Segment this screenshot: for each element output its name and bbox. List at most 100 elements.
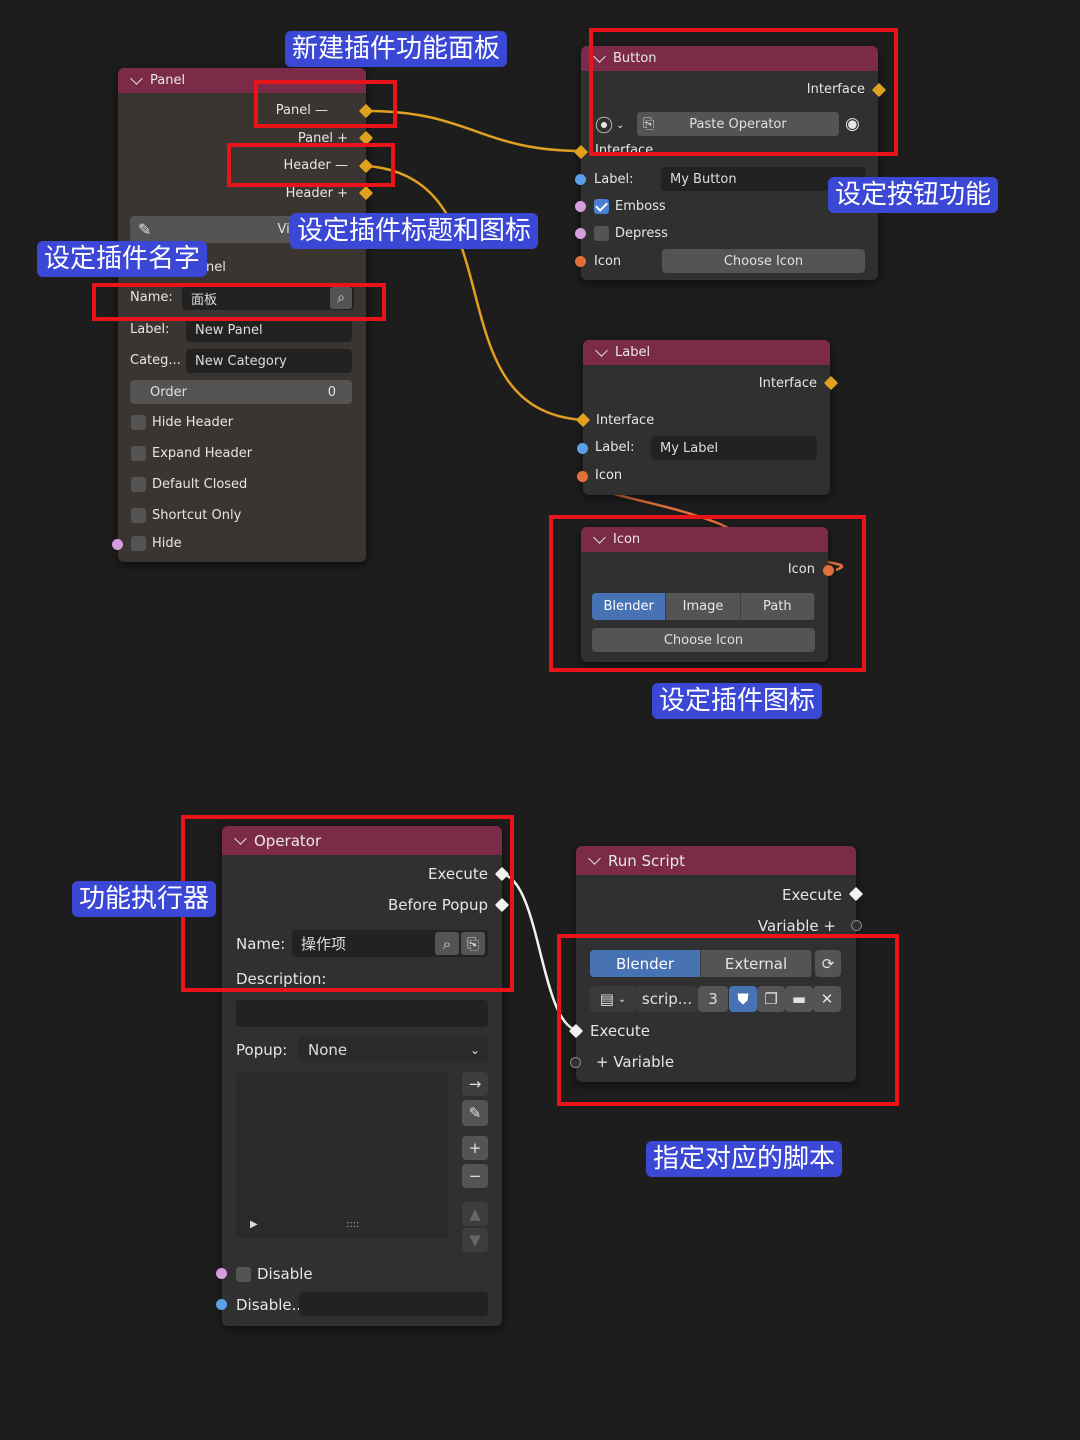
checkbox-label: Hide <box>152 536 182 551</box>
arrow-right-icon: → <box>468 1075 482 1093</box>
checkbox-checked[interactable] <box>594 199 609 214</box>
default-closed-checkbox[interactable]: Default Closed <box>131 477 247 492</box>
category-label-text: Categ... <box>130 353 181 368</box>
hide-header-checkbox[interactable]: Hide Header <box>131 415 233 430</box>
label-interface-in: Interface <box>596 413 654 428</box>
highlight-box-icon <box>549 515 866 672</box>
highlight-box-operator <box>181 815 514 992</box>
obscured-text: nel <box>206 260 226 275</box>
hide-checkbox[interactable]: Hide <box>131 536 182 551</box>
panel-label-field[interactable]: New Panel <box>186 318 352 342</box>
socket-label-text[interactable] <box>577 443 588 454</box>
checkbox[interactable] <box>131 415 146 430</box>
checkbox-label: Shortcut Only <box>152 508 242 523</box>
icon-label-text: Icon <box>595 468 623 483</box>
socket-emboss[interactable] <box>575 201 586 212</box>
checkbox-label: Default Closed <box>152 477 248 492</box>
checkbox-label: Hide Header <box>152 415 234 430</box>
run-script-execute-out: Execute <box>782 886 842 904</box>
socket-disable-label[interactable] <box>216 1299 227 1310</box>
add-button[interactable]: + <box>462 1136 488 1160</box>
checkbox[interactable] <box>131 536 146 551</box>
shortcut-only-checkbox[interactable]: Shortcut Only <box>131 508 241 523</box>
highlight-box-name <box>92 283 386 321</box>
order-value: 0 <box>327 384 336 400</box>
checkbox[interactable] <box>131 446 146 461</box>
panel-category-field[interactable]: New Category <box>186 349 352 373</box>
output-header-plus: Header + <box>286 185 348 201</box>
socket-button-icon[interactable] <box>575 256 586 267</box>
popup-dropdown[interactable]: None ⌄ <box>299 1036 488 1063</box>
checkbox-label: Depress <box>615 226 668 241</box>
label-text-field[interactable]: My Label <box>651 436 817 460</box>
output-label: Header + <box>285 185 348 201</box>
panel-node-title: Panel <box>150 73 186 88</box>
button-choose-icon[interactable]: Choose Icon <box>662 249 865 273</box>
socket-run-variable-out[interactable] <box>851 920 862 931</box>
variable-label: Variable + <box>757 917 836 935</box>
move-down-button[interactable]: ▼ <box>462 1228 488 1252</box>
annotation-set-button: 设定按钮功能 <box>828 177 999 213</box>
button-label-value: My Button <box>670 171 737 187</box>
annotation-new-panel: 新建插件功能面板 <box>285 31 508 67</box>
eyedropper-icon[interactable]: ✎ <box>138 220 151 239</box>
socket-button-label[interactable] <box>575 174 586 185</box>
checkbox[interactable] <box>131 508 146 523</box>
checkbox[interactable] <box>131 477 146 492</box>
label-node-header[interactable]: Label <box>583 340 830 365</box>
disable-checkbox[interactable]: Disable <box>236 1265 313 1283</box>
play-icon[interactable]: ▶ <box>250 1219 258 1230</box>
highlight-box-panel-out <box>254 80 397 128</box>
socket-depress[interactable] <box>575 228 586 239</box>
label-label-label: Label: <box>595 440 634 455</box>
checkbox[interactable] <box>236 1266 251 1282</box>
icon-label-text: Icon <box>594 254 622 269</box>
checkbox-label: Disable <box>257 1265 313 1283</box>
disable-label-row: Disable... <box>236 1296 306 1314</box>
checkbox[interactable] <box>594 226 609 241</box>
edit-button[interactable]: ✎ <box>462 1100 488 1126</box>
triangle-up-icon: ▲ <box>469 1205 481 1223</box>
list-box[interactable]: ▶ :::: <box>236 1072 448 1238</box>
pencil-icon: ✎ <box>468 1104 482 1122</box>
button-label-label: Label: <box>594 172 633 187</box>
depress-checkbox[interactable]: Depress <box>594 226 668 241</box>
triangle-down-icon: ▼ <box>469 1231 481 1249</box>
remove-button[interactable]: − <box>462 1164 488 1188</box>
interface-label: Interface <box>596 413 655 428</box>
socket-hide[interactable] <box>112 539 123 550</box>
order-label: Order <box>150 384 187 400</box>
socket-label-icon[interactable] <box>577 471 588 482</box>
disable-label-text: Disable... <box>236 1296 306 1314</box>
grip-icon[interactable]: :::: <box>346 1219 359 1230</box>
label-node[interactable]: Label Interface Interface Label: My Labe… <box>583 340 830 495</box>
minus-icon: − <box>468 1167 482 1185</box>
checkbox-label: Expand Header <box>152 446 253 461</box>
disable-field[interactable] <box>299 1292 488 1316</box>
chevron-down-icon[interactable] <box>595 344 608 357</box>
chevron-down-icon[interactable] <box>130 72 143 85</box>
order-field[interactable]: Order 0 <box>130 380 352 404</box>
run-script-node-title: Run Script <box>608 851 686 870</box>
checkbox-label: Emboss <box>615 199 666 214</box>
annotation-assign-script: 指定对应的脚本 <box>646 1141 843 1177</box>
execute-label: Execute <box>782 886 842 904</box>
emboss-checkbox[interactable]: Emboss <box>594 199 666 214</box>
popup-label: Popup: <box>236 1041 287 1059</box>
run-script-node-header[interactable]: Run Script <box>576 846 856 875</box>
description-field[interactable] <box>236 1000 488 1027</box>
plus-icon: + <box>468 1139 482 1157</box>
chevron-down-icon: ⌄ <box>469 1042 480 1057</box>
run-script-variable-out: Variable + <box>758 917 836 935</box>
label-icon-label: Icon <box>595 468 622 483</box>
panel-label-value: New Panel <box>195 322 263 338</box>
expand-header-checkbox[interactable]: Expand Header <box>131 446 252 461</box>
wire-header-to-label <box>367 164 584 422</box>
move-up-button[interactable]: ▲ <box>462 1202 488 1226</box>
arrow-right-button[interactable]: → <box>462 1072 488 1096</box>
wire-panel-to-button <box>367 109 584 153</box>
chevron-down-icon[interactable] <box>588 852 601 865</box>
choose-icon-label: Choose Icon <box>723 253 804 269</box>
socket-disable[interactable] <box>216 1268 227 1279</box>
annotation-set-icon: 设定插件图标 <box>652 683 823 719</box>
